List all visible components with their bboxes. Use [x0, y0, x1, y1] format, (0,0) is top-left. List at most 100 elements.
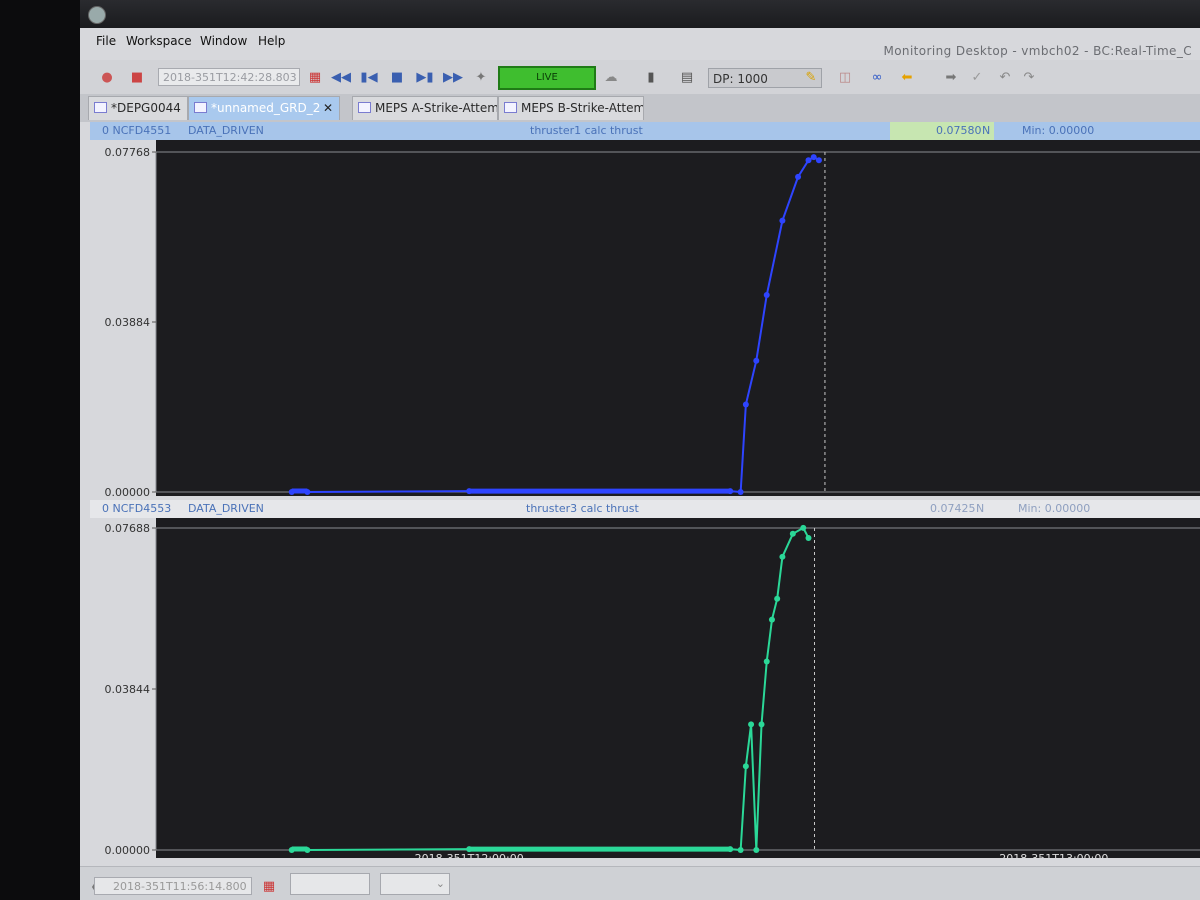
- chart-id: 0 NCFD4553: [102, 502, 172, 515]
- menu-help[interactable]: Help: [258, 34, 285, 48]
- current-value: 0.07425: [930, 502, 976, 515]
- menu-workspace[interactable]: Workspace: [126, 34, 192, 48]
- data-point: [805, 157, 812, 164]
- status-time-input[interactable]: 2018-351T11:56:14.800: [94, 877, 252, 895]
- data-point: [774, 595, 781, 602]
- chevron-down-icon: ⌄: [435, 877, 445, 890]
- undo-icon[interactable]: ↶: [996, 68, 1014, 86]
- rewind-icon[interactable]: ◀◀: [331, 68, 351, 86]
- data-point: [789, 530, 796, 537]
- data-point: [753, 847, 760, 853]
- chart-icon: [194, 102, 207, 113]
- current-value: 0.07580: [936, 124, 982, 137]
- chart-thruster3[interactable]: 0.00000 0.03844 0.07688 2018-351T12:00:00 20…: [90, 518, 1200, 865]
- arrow-right-icon[interactable]: ➡: [942, 68, 960, 86]
- data-point: [742, 763, 749, 770]
- chart-thruster3-svg: 0.00000 0.03844 0.07688 2018-351T12:00:00 20…: [90, 518, 1200, 865]
- calendar-icon[interactable]: ▦: [260, 877, 278, 895]
- data-point: [779, 553, 786, 560]
- status-field-1[interactable]: [290, 873, 370, 895]
- tab-label: MEPS B-Strike-Attempt: [521, 101, 644, 115]
- fast-forward-icon[interactable]: ▶▶: [443, 68, 463, 86]
- calendar-icon[interactable]: ▦: [306, 68, 324, 86]
- current-unit: N: [982, 124, 991, 137]
- tab-depg0044[interactable]: *DEPG0044: [88, 96, 188, 120]
- chart-header-bottom: 0 NCFD4553 DATA_DRIVEN thruster3 calc th…: [90, 500, 1200, 518]
- chart-mode: DATA_DRIVEN: [188, 124, 264, 137]
- tab-meps-a-strike-attempt[interactable]: MEPS A-Strike-Attempt: [352, 96, 498, 120]
- data-point: [763, 292, 770, 299]
- chart-mode: DATA_DRIVEN: [188, 502, 264, 515]
- step-forward-icon[interactable]: ▶▮: [416, 68, 434, 86]
- chart-thruster1[interactable]: 0.00000 0.03884 0.07768: [90, 140, 1200, 499]
- window-titlebar: [80, 0, 1200, 28]
- y-tick-label: 0.03844: [105, 683, 151, 696]
- plot-area: [156, 140, 1200, 496]
- time-input[interactable]: 2018-351T12:42:28.803: [158, 68, 300, 86]
- current-unit: N: [976, 502, 985, 515]
- chart-icon: [504, 102, 517, 113]
- status-bar: ❮ 2018-351T11:56:14.800 ▦ ⌄: [80, 866, 1200, 900]
- data-point: [815, 157, 822, 164]
- y-tick-label: 0.00000: [105, 844, 151, 857]
- pencil-icon[interactable]: ✎: [802, 68, 820, 86]
- chart-icon: [94, 102, 107, 113]
- data-point: [763, 658, 770, 665]
- binoculars-icon[interactable]: ∞: [868, 68, 886, 86]
- toolbar: ● ■ 2018-351T12:42:28.803 ▦ ◀◀ ▮◀ ■ ▶▮ ▶…: [80, 60, 1200, 95]
- tab-unnamed-grd-2[interactable]: *unnamed_GRD_2 ✕: [188, 96, 340, 120]
- arrow-left-icon[interactable]: ⬅: [898, 68, 916, 86]
- status-dropdown[interactable]: ⌄: [380, 873, 450, 895]
- tab-label: MEPS A-Strike-Attempt: [375, 101, 498, 115]
- data-point: [737, 847, 744, 853]
- menu-file[interactable]: File: [96, 34, 116, 48]
- data-point: [768, 616, 775, 623]
- data-point: [753, 357, 760, 364]
- tab-label: *unnamed_GRD_2: [211, 101, 321, 115]
- menu-window[interactable]: Window: [200, 34, 247, 48]
- tab-bar: *DEPG0044 *unnamed_GRD_2 ✕ MEPS A-Strike…: [80, 94, 1200, 122]
- stop-icon[interactable]: ■: [388, 68, 406, 86]
- chart-id: 0 NCFD4551: [102, 124, 172, 137]
- redo-icon[interactable]: ↷: [1020, 68, 1038, 86]
- y-tick-label: 0.00000: [105, 486, 151, 496]
- data-point: [758, 721, 765, 728]
- window-title: Monitoring Desktop - vmbch02 - BC:Real-T…: [883, 44, 1192, 58]
- tab-label: *DEPG0044: [111, 101, 181, 115]
- y-tick-label: 0.07768: [105, 146, 151, 159]
- tab-meps-b-strike-attempt[interactable]: MEPS B-Strike-Attempt: [498, 96, 644, 120]
- pin-icon[interactable]: ✦: [472, 68, 490, 86]
- chart-icon: [358, 102, 371, 113]
- y-tick-label: 0.03884: [105, 316, 151, 329]
- x-tick-label: 2018-351T13:00:00: [999, 852, 1108, 858]
- live-button[interactable]: LIVE: [498, 66, 596, 90]
- y-tick-label: 0.07688: [105, 522, 151, 535]
- data-point: [810, 154, 817, 161]
- app-logo-icon: [88, 6, 106, 24]
- data-point: [748, 721, 755, 728]
- data-point: [779, 217, 786, 224]
- data-point: [795, 173, 802, 180]
- cloud-icon: ☁: [604, 69, 618, 85]
- chart-title: thruster1 calc thrust: [530, 124, 643, 137]
- min-value: Min: 0.00000: [1018, 502, 1091, 515]
- home-icon[interactable]: ■: [128, 68, 146, 86]
- chart-title: thruster3 calc thrust: [526, 502, 639, 515]
- x-tick-label: 2018-351T12:00:00: [415, 852, 524, 858]
- step-back-icon[interactable]: ▮◀: [360, 68, 378, 86]
- plot-area: [156, 518, 1200, 858]
- user-icon[interactable]: ●: [98, 68, 116, 86]
- min-value: Min: 0.00000: [1022, 124, 1095, 137]
- screen: File Workspace Window Help Monitoring De…: [80, 0, 1200, 900]
- check-icon[interactable]: ✓: [968, 68, 986, 86]
- info-icon[interactable]: ▮: [642, 68, 660, 86]
- data-point: [737, 489, 744, 495]
- copy-icon[interactable]: ◫: [836, 68, 854, 86]
- data-point: [805, 534, 812, 541]
- data-point: [742, 401, 749, 408]
- chart-header-top: 0 NCFD4551 DATA_DRIVEN thruster1 calc th…: [90, 122, 1200, 140]
- chart-thruster1-svg: 0.00000 0.03884 0.07768: [90, 140, 1200, 499]
- data-point: [800, 524, 807, 531]
- close-icon[interactable]: ✕: [323, 97, 333, 119]
- book-icon[interactable]: ▤: [678, 68, 696, 86]
